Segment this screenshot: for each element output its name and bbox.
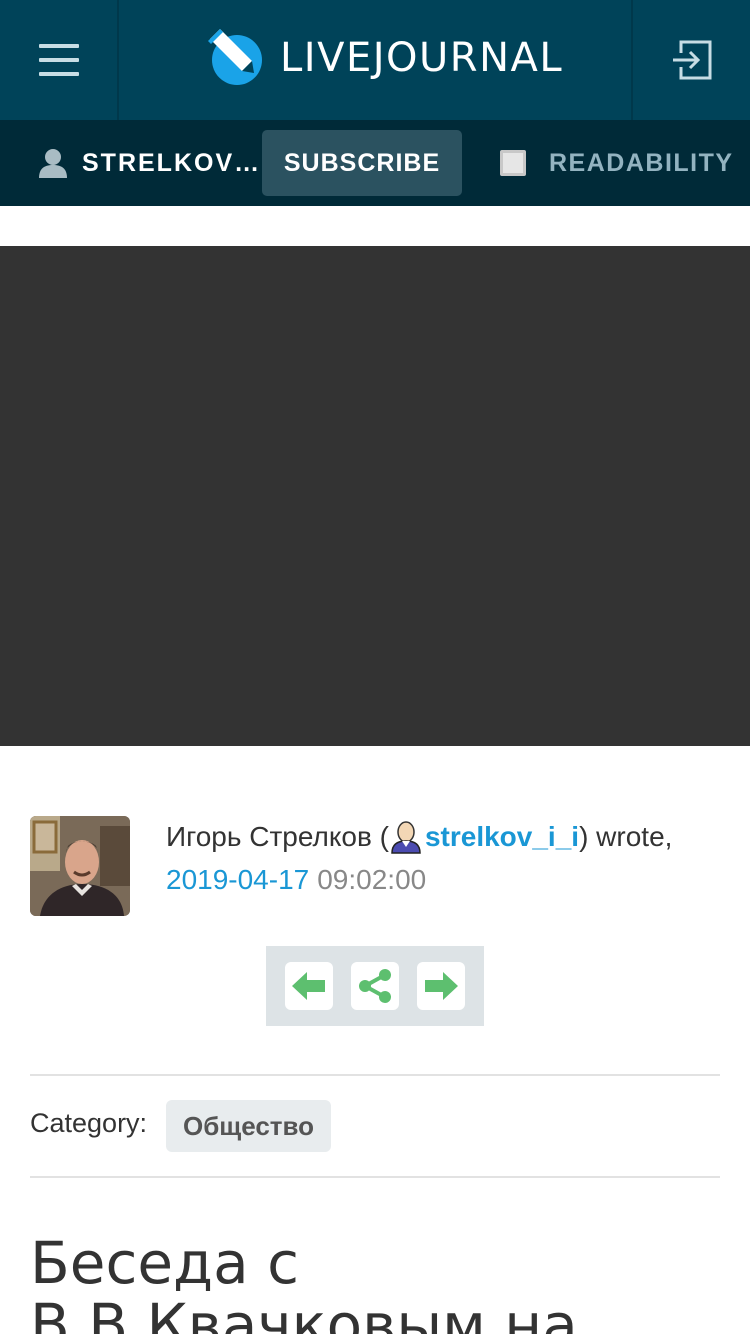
top-bar: LIVEJOURNAL [0, 0, 750, 120]
arrow-right-icon [425, 972, 458, 1000]
category-tag[interactable]: Общество [166, 1100, 332, 1152]
user-icon [39, 149, 67, 178]
journal-bar: STRELKOV_... SUBSCRIBE READABILITY [0, 120, 750, 206]
media-embed[interactable] [0, 246, 750, 746]
post-date-line: 2019-04-17 09:02:00 [166, 864, 426, 896]
post-date-link[interactable]: 2019-04-17 [166, 864, 309, 895]
login-icon [672, 40, 711, 80]
post-title: Беседа с В.В.Квачковым на [30, 1229, 578, 1334]
post-time: 09:02:00 [317, 864, 427, 895]
livejournal-pencil-logo-icon [208, 29, 262, 85]
divider [30, 1074, 720, 1076]
livejournal-logo[interactable]: LIVEJOURNAL [208, 28, 563, 88]
next-post-button[interactable] [417, 962, 465, 1010]
lj-user-icon[interactable] [389, 820, 423, 854]
divider [30, 1176, 720, 1178]
share-icon [359, 969, 391, 1003]
readability-toggle[interactable]: READABILITY [500, 120, 734, 206]
readability-checkbox[interactable] [500, 150, 526, 176]
menu-button[interactable] [0, 0, 119, 120]
arrow-left-icon [292, 972, 325, 1000]
post-navigation [266, 946, 484, 1026]
share-button[interactable] [351, 962, 399, 1010]
logo-text: LIVEJOURNAL [280, 35, 564, 81]
subscribe-button[interactable]: SUBSCRIBE [262, 130, 462, 196]
login-button[interactable] [631, 0, 750, 120]
author-name: Игорь Стрелков ( [166, 821, 389, 852]
author-line: Игорь Стрелков ( strelkov_i_i ) wrote, [166, 820, 672, 854]
readability-label: READABILITY [549, 148, 734, 177]
author-avatar[interactable] [30, 816, 130, 916]
hamburger-menu-icon [38, 44, 79, 76]
journal-username: STRELKOV_... [82, 148, 262, 177]
journal-user[interactable]: STRELKOV_... [38, 120, 262, 206]
previous-post-button[interactable] [285, 962, 333, 1010]
author-photo-image [30, 816, 130, 916]
category-label: Category: [30, 1108, 148, 1138]
author-username-link[interactable]: strelkov_i_i [425, 821, 579, 853]
author-wrote-suffix: ) wrote, [579, 821, 673, 852]
